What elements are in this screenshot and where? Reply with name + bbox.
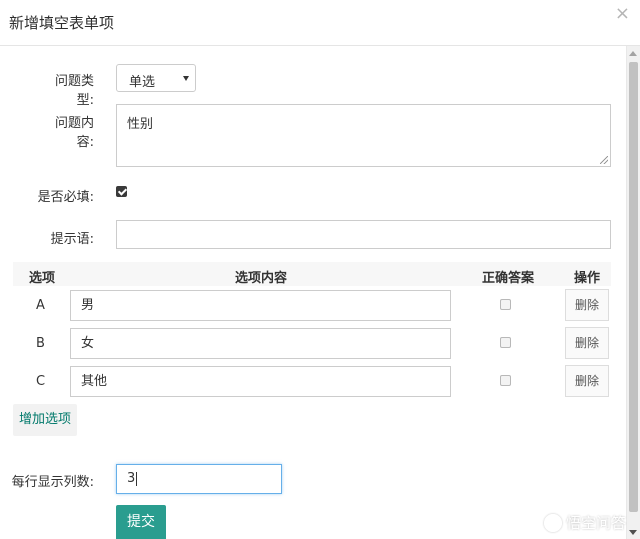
option-letter: B	[36, 336, 45, 351]
question-type-select[interactable]: 单选	[116, 64, 196, 92]
delete-option-button[interactable]: 删除	[565, 327, 609, 359]
watermark: 悟空问答	[543, 512, 626, 533]
header-content: 选项内容	[235, 271, 288, 286]
option-content-value: 女	[81, 336, 95, 351]
question-type-value: 单选	[129, 75, 156, 90]
close-icon[interactable]: ×	[615, 4, 630, 24]
columns-per-row-label: 每行显示列数:	[11, 475, 94, 490]
watermark-logo-icon	[543, 513, 562, 532]
required-checkbox[interactable]	[116, 186, 127, 197]
header-option: 选项	[29, 271, 56, 286]
option-content-input[interactable]: 其他	[70, 366, 451, 397]
columns-per-row-value: 3	[127, 471, 136, 486]
scroll-up-icon[interactable]	[629, 51, 637, 56]
delete-option-button[interactable]: 删除	[565, 289, 609, 321]
hint-input[interactable]	[116, 220, 611, 249]
header-correct: 正确答案	[482, 271, 535, 286]
option-content-value: 其他	[81, 374, 108, 389]
modal-title: 新增填空表单项	[9, 14, 115, 32]
required-label: 是否必填:	[37, 190, 94, 205]
option-letter: A	[36, 298, 45, 313]
chevron-down-icon	[183, 76, 189, 81]
correct-answer-checkbox[interactable]	[500, 375, 511, 386]
question-type-label: 问题类型:	[54, 74, 94, 108]
submit-button[interactable]: 提交	[116, 505, 166, 539]
hint-label: 提示语:	[50, 232, 94, 247]
resize-grip-icon[interactable]	[600, 156, 608, 164]
correct-answer-checkbox[interactable]	[500, 299, 511, 310]
option-letter: C	[36, 374, 46, 389]
question-content-value: 性别	[127, 117, 154, 132]
columns-per-row-input[interactable]: 3	[116, 464, 282, 494]
scroll-down-icon[interactable]	[629, 530, 637, 535]
correct-answer-checkbox[interactable]	[500, 337, 511, 348]
options-table-header: 选项 选项内容 正确答案 操作	[13, 262, 611, 286]
question-content-textarea[interactable]: 性别	[116, 104, 611, 167]
modal-header: 新增填空表单项 ×	[0, 0, 640, 46]
option-content-input[interactable]: 男	[70, 290, 451, 321]
option-content-value: 男	[81, 298, 95, 313]
option-content-input[interactable]: 女	[70, 328, 451, 359]
add-option-button[interactable]: 增加选项	[13, 404, 77, 436]
delete-option-button[interactable]: 删除	[565, 365, 609, 397]
header-action: 操作	[574, 271, 601, 286]
scroll-thumb[interactable]	[629, 62, 638, 512]
text-caret	[136, 471, 138, 486]
vertical-scrollbar[interactable]	[626, 46, 640, 539]
question-content-label: 问题内容:	[54, 116, 94, 150]
watermark-text: 悟空问答	[565, 514, 626, 532]
